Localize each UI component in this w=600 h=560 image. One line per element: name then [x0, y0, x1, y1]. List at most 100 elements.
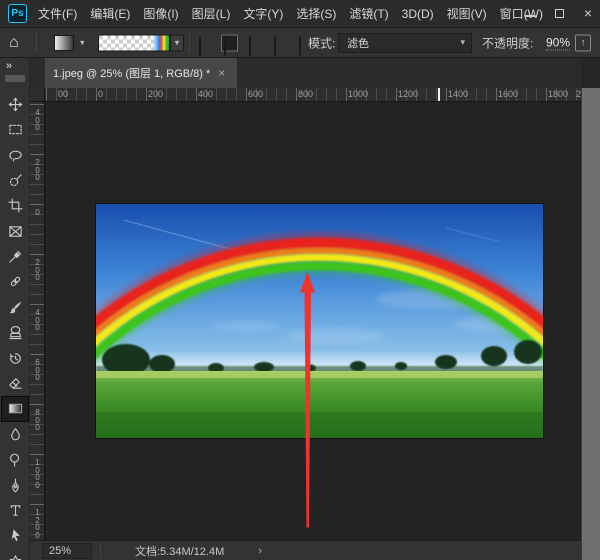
- h-ruler-label: 400: [198, 89, 213, 99]
- v-ruler-label: 400: [33, 109, 42, 132]
- lasso-icon: [8, 147, 23, 162]
- h-ruler-label: 1000: [348, 89, 368, 99]
- tool-eyedropper[interactable]: [2, 244, 28, 268]
- menu-view[interactable]: 视图(V): [447, 5, 487, 22]
- h-ruler-label: 1400: [448, 89, 468, 99]
- tool-quick-selection[interactable]: [2, 168, 28, 192]
- gradient-type-radial-button[interactable]: [221, 34, 238, 51]
- menu-select[interactable]: 选择(S): [296, 5, 336, 22]
- tool-custom-shape[interactable]: [2, 549, 28, 560]
- close-icon[interactable]: ×: [584, 6, 592, 20]
- tool-brush[interactable]: [2, 295, 28, 319]
- mode-label: 模式:: [308, 34, 335, 51]
- maximize-icon[interactable]: [555, 9, 564, 18]
- h-ruler-label: 200: [148, 89, 163, 99]
- toolbox-grip[interactable]: [5, 75, 25, 82]
- tool-history-brush[interactable]: [2, 346, 28, 370]
- tool-crop[interactable]: [2, 194, 28, 218]
- h-ruler-label: 0: [98, 89, 103, 99]
- tool-blur[interactable]: [2, 422, 28, 446]
- v-ruler-label: 800: [33, 409, 42, 432]
- zoom-level-field[interactable]: 25%: [42, 543, 92, 559]
- ruler-corner[interactable]: [30, 88, 45, 102]
- h-ruler-label: 800: [298, 89, 313, 99]
- menu-type[interactable]: 文字(Y): [243, 5, 283, 22]
- tool-pen[interactable]: [2, 473, 28, 497]
- document-tab-title: 1.jpeg @ 25% (图层 1, RGB/8) *: [53, 65, 210, 81]
- brush-icon: [8, 300, 23, 315]
- rainbow-field-scene: [96, 204, 543, 438]
- tool-gradient[interactable]: [2, 397, 28, 421]
- minimize-icon[interactable]: [525, 10, 535, 17]
- tool-type[interactable]: [2, 498, 28, 522]
- tool-path-selection[interactable]: [2, 524, 28, 548]
- divider: [36, 33, 37, 53]
- tool-rectangular-marquee[interactable]: [2, 117, 28, 141]
- mode-value: 滤色: [347, 35, 369, 51]
- crop-icon: [8, 198, 23, 213]
- tool-eraser[interactable]: [2, 371, 28, 395]
- type-icon: [8, 503, 23, 518]
- right-edge-bar: [581, 88, 600, 560]
- chevron-down-icon: ▾: [175, 37, 180, 48]
- status-expand-icon[interactable]: ›: [258, 545, 262, 557]
- tool-preset-thumbnail[interactable]: [54, 35, 74, 51]
- v-ruler-label: 400: [33, 309, 42, 332]
- diamond-gradient-icon: [299, 36, 301, 55]
- gradient-picker-button[interactable]: ▾: [170, 34, 184, 51]
- rectangular-marquee-icon: [8, 122, 23, 137]
- tool-lasso[interactable]: [2, 143, 28, 167]
- menu-image[interactable]: 图像(I): [143, 5, 178, 22]
- eraser-icon: [8, 376, 23, 391]
- h-ruler-label: 1800: [548, 89, 568, 99]
- move-icon: [8, 97, 23, 112]
- opacity-field[interactable]: 90%: [546, 35, 570, 50]
- document-tab[interactable]: 1.jpeg @ 25% (图层 1, RGB/8) * ×: [45, 58, 237, 88]
- chevron-down-icon[interactable]: ▾: [80, 37, 85, 48]
- menu-file[interactable]: 文件(F): [38, 5, 77, 22]
- opacity-label: 不透明度:: [482, 34, 533, 51]
- pressure-opacity-icon[interactable]: ↑: [575, 34, 591, 51]
- v-ruler-label: 1000: [33, 459, 42, 489]
- document-area[interactable]: [45, 102, 581, 540]
- canvas-image[interactable]: [96, 204, 543, 438]
- mode-select[interactable]: 滤色 ▾: [338, 33, 472, 53]
- menu-bar: Ps 文件(F) 编辑(E) 图像(I) 图层(L) 文字(Y) 选择(S) 滤镜(T) 3D…: [0, 0, 600, 28]
- vertical-ruler[interactable]: 400200020040060080010001200: [30, 102, 45, 540]
- gradient-type-angle-button[interactable]: [246, 34, 263, 51]
- gradient-type-linear-button[interactable]: [196, 34, 213, 51]
- field-highlight: [96, 371, 543, 378]
- horizontal-ruler[interactable]: 000200400600800100012001400160018002: [45, 88, 581, 102]
- tool-dodge[interactable]: [2, 448, 28, 472]
- menu-items: 文件(F) 编辑(E) 图像(I) 图层(L) 文字(Y) 选择(S) 滤镜(T) 3D(D)…: [38, 5, 556, 22]
- tool-clone-stamp[interactable]: [2, 321, 28, 345]
- tab-close-icon[interactable]: ×: [218, 66, 225, 80]
- toolbox: »: [0, 58, 30, 560]
- field-shadow: [96, 412, 543, 438]
- tool-spot-healing-brush[interactable]: [2, 270, 28, 294]
- linear-gradient-icon: [199, 36, 201, 55]
- dodge-icon: [8, 452, 23, 467]
- menu-edit[interactable]: 编辑(E): [90, 5, 130, 22]
- photoshop-window: Ps 文件(F) 编辑(E) 图像(I) 图层(L) 文字(Y) 选择(S) 滤镜(T) 3D…: [0, 0, 600, 560]
- frame-icon: [8, 224, 23, 239]
- radial-gradient-icon: [224, 36, 226, 55]
- gradient-preview[interactable]: [98, 34, 170, 51]
- blur-icon: [8, 427, 23, 442]
- pen-icon: [8, 478, 23, 493]
- h-ruler-label: 600: [248, 89, 263, 99]
- history-brush-icon: [8, 351, 23, 366]
- chevron-down-icon: ▾: [460, 37, 465, 48]
- menu-layer[interactable]: 图层(L): [192, 5, 231, 22]
- photoshop-logo[interactable]: Ps: [8, 4, 27, 23]
- home-icon[interactable]: ⌂: [9, 34, 19, 52]
- tool-move[interactable]: [2, 92, 28, 116]
- document-size-info: 文档:5.34M/12.4M: [135, 543, 224, 559]
- menu-3d[interactable]: 3D(D): [402, 7, 434, 21]
- tool-frame[interactable]: [2, 219, 28, 243]
- menu-filter[interactable]: 滤镜(T): [349, 5, 388, 22]
- gradient-type-reflected-button[interactable]: [271, 34, 288, 51]
- v-ruler-label: 200: [33, 259, 42, 282]
- reflected-gradient-icon: [274, 36, 276, 55]
- toolbox-collapse-icon[interactable]: »: [6, 60, 11, 72]
